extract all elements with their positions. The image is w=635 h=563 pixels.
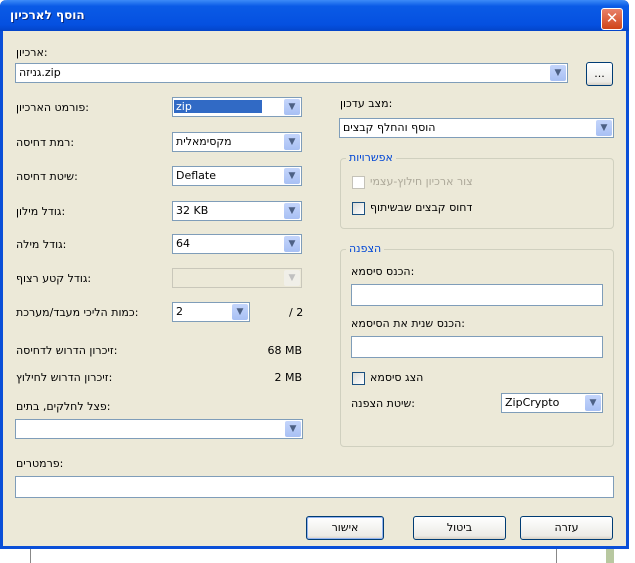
level-combo[interactable]: מקסימאלית ▼ [172,132,302,152]
chevron-down-icon[interactable]: ▼ [232,304,248,320]
memory-decompress-label: זיכרון הדרוש לחילוץ: [16,371,113,384]
sfx-label: צור ארכיון חילוץ-עצמי [370,175,473,188]
archive-label: ארכיון: [16,46,48,59]
solid-block-combo: ▼ [172,268,302,288]
format-label: פורמט הארכיון: [16,101,89,114]
parameters-input[interactable] [15,476,614,498]
split-label: פצל לחלקים, בתים: [16,400,111,413]
threads-max: / 2 [289,306,304,319]
title-bar[interactable]: הוסף לארכיון ✕ [0,0,629,31]
chevron-down-icon[interactable]: ▼ [284,99,300,115]
update-mode-value: הוסף והחלף קבצים [343,121,436,134]
word-size-label: גודל מילה: [16,238,67,251]
level-label: רמת דחיסה: [16,136,75,149]
split-combo[interactable]: ▼ [15,419,303,439]
dictionary-label: גודל מילון: [16,205,66,218]
encryption-method-label: שיטת הצפנה: [351,397,416,410]
password-label: הכנס סיסמא: [351,265,415,278]
memory-compress-label: זיכרון הדרוש לדחיסה: [16,344,118,357]
chevron-down-icon[interactable]: ▼ [550,65,566,81]
method-combo[interactable]: Deflate ▼ [172,166,302,186]
sfx-checkbox [352,176,365,189]
chevron-down-icon[interactable]: ▼ [284,203,300,219]
browse-button[interactable]: ... [586,62,613,86]
background-element [606,549,614,563]
memory-compress-value: 68 MB [267,344,302,357]
encryption-method-value: ZipCrypto [505,396,560,409]
shared-files-checkbox[interactable] [352,202,365,215]
ok-button[interactable]: אישור [306,516,384,540]
encryption-legend: הצפנה [346,242,385,255]
background-line [556,549,557,563]
password-input[interactable] [351,284,603,306]
word-size-combo[interactable]: 64 ▼ [172,234,302,254]
word-size-value: 64 [176,237,190,250]
window-title: הוסף לארכיון [10,8,85,22]
threads-label: כמות הליכי מעבד/מערכת: [16,306,139,319]
reenter-password-input[interactable] [351,336,603,358]
archive-path-combo[interactable]: גניזה.zip ▼ [15,63,568,83]
memory-decompress-value: 2 MB [274,371,302,384]
update-mode-combo[interactable]: הוסף והחלף קבצים ▼ [339,118,614,138]
archive-path-value: גניזה.zip [19,66,61,79]
solid-block-label: גודל קטע רצוף: [16,272,92,285]
chevron-down-icon[interactable]: ▼ [285,421,301,437]
options-group [340,158,614,229]
close-icon[interactable]: ✕ [601,8,623,30]
chevron-down-icon[interactable]: ▼ [284,134,300,150]
format-value: zip [174,100,262,113]
level-value: מקסימאלית [176,135,232,148]
dictionary-value: 32 KB [176,204,209,217]
method-label: שיטת דחיסה: [16,170,78,183]
show-password-checkbox[interactable] [352,372,365,385]
shared-files-label[interactable]: דחוס קבצים שבשיתוף [370,201,472,214]
chevron-down-icon[interactable]: ▼ [585,395,601,411]
parameters-label: פרמטרים: [16,457,64,470]
help-button[interactable]: עזרה [520,516,613,540]
format-combo[interactable]: zip ▼ [172,97,302,117]
reenter-password-label: הכנס שנית את הסיסמא: [351,317,465,330]
threads-combo[interactable]: 2 ▼ [172,302,250,322]
show-password-label[interactable]: הצג סיסמא [370,371,423,384]
cancel-button[interactable]: ביטול [413,516,506,540]
chevron-down-icon[interactable]: ▼ [284,168,300,184]
threads-value: 2 [176,305,183,318]
background-line [30,549,31,563]
update-mode-label: מצב עדכון: [340,97,393,110]
chevron-down-icon[interactable]: ▼ [284,236,300,252]
chevron-down-icon: ▼ [284,270,300,286]
options-legend: אפשרויות [346,151,396,164]
method-value: Deflate [176,169,216,182]
chevron-down-icon[interactable]: ▼ [596,120,612,136]
dictionary-combo[interactable]: 32 KB ▼ [172,201,302,221]
encryption-method-combo[interactable]: ZipCrypto ▼ [501,393,603,413]
